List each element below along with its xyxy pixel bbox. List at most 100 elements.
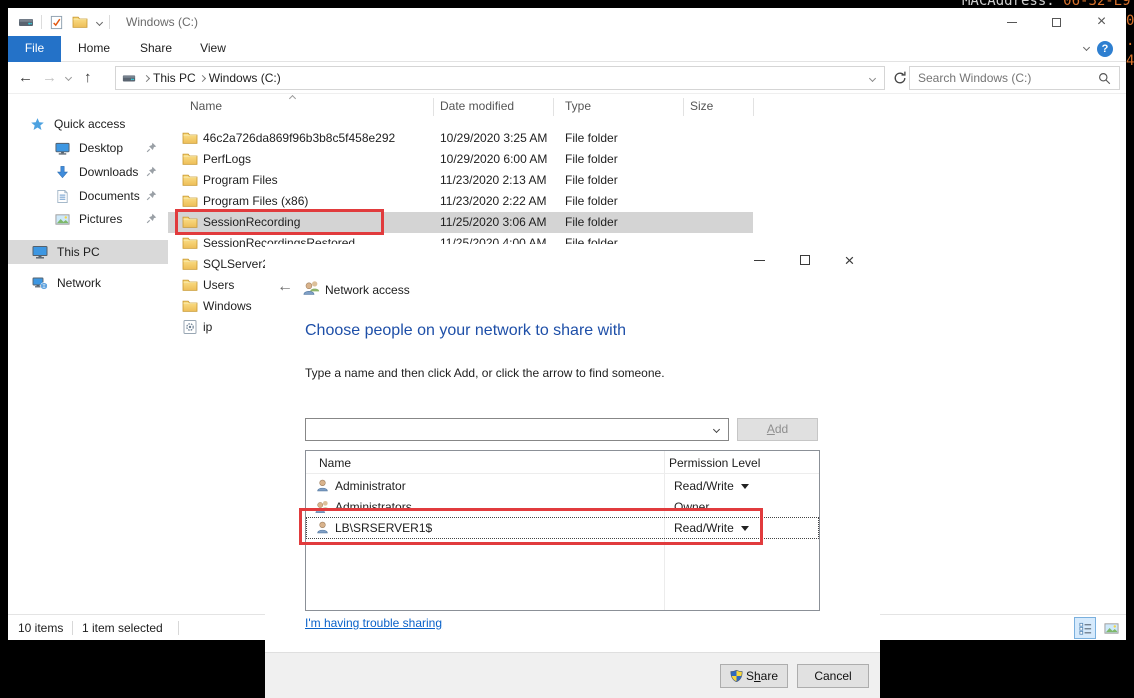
tab-home[interactable]: Home: [61, 36, 127, 62]
help-icon[interactable]: ?: [1097, 41, 1113, 57]
file-type: File folder: [565, 215, 618, 229]
share-button[interactable]: Share: [720, 664, 788, 688]
dialog-back-button[interactable]: ←: [277, 278, 293, 296]
file-date: 11/23/2020 2:22 AM: [440, 194, 547, 208]
file-row[interactable]: PerfLogs 10/29/2020 6:00 AM File folder: [168, 149, 753, 170]
column-header-permission-level[interactable]: Permission Level: [669, 456, 760, 470]
column-header-name[interactable]: Name: [319, 456, 351, 470]
console-fragment: 4: [1126, 53, 1134, 69]
file-type: File folder: [565, 131, 618, 145]
forward-button[interactable]: →: [42, 69, 57, 86]
selected-count: 1 item selected: [82, 621, 163, 635]
file-name: Program Files: [203, 173, 278, 187]
new-folder-icon[interactable]: [72, 14, 88, 30]
column-header-type[interactable]: Type: [565, 99, 591, 113]
recent-locations-chevron-icon[interactable]: [65, 74, 72, 81]
navigation-pane: Quick access Desktop Downloads Documents…: [8, 94, 168, 614]
sidebar-item-network[interactable]: Network: [8, 271, 168, 295]
column-divider[interactable]: [753, 98, 754, 116]
pin-icon[interactable]: [145, 141, 158, 154]
name-combobox[interactable]: [305, 418, 729, 441]
expand-ribbon-chevron-icon[interactable]: [1083, 44, 1090, 51]
column-header-name[interactable]: Name: [190, 99, 222, 113]
breadcrumb-windows-c[interactable]: Windows (C:): [209, 71, 281, 85]
address-bar[interactable]: This PC Windows (C:): [115, 66, 885, 90]
tab-view[interactable]: View: [185, 36, 241, 62]
sidebar-item-this-pc[interactable]: This PC: [8, 240, 168, 264]
details-view-button[interactable]: [1074, 617, 1096, 639]
file-date: 10/29/2020 6:00 AM: [440, 152, 547, 166]
up-button[interactable]: ↑: [84, 69, 92, 86]
dialog-instruction: Type a name and then click Add, or click…: [305, 366, 665, 380]
file-date: 10/29/2020 3:25 AM: [440, 131, 547, 145]
sidebar-item-label: Quick access: [54, 117, 125, 131]
maximize-button[interactable]: [1034, 8, 1079, 36]
thumbnails-view-button[interactable]: [1100, 617, 1122, 639]
person-icon: [315, 478, 330, 493]
column-divider[interactable]: [683, 98, 684, 116]
column-divider[interactable]: [553, 98, 554, 116]
maximize-icon: [800, 255, 810, 265]
customize-toolbar-chevron-icon[interactable]: [96, 18, 103, 25]
search-box: [909, 66, 1120, 90]
dialog-window-controls: ×: [737, 248, 872, 272]
pin-icon[interactable]: [145, 165, 158, 178]
file-gear-icon: [182, 319, 198, 335]
permission-value: Read/Write: [674, 479, 734, 493]
back-button[interactable]: ←: [18, 69, 33, 86]
trouble-sharing-link[interactable]: I'm having trouble sharing: [305, 616, 442, 630]
share-button-label: Share: [746, 669, 778, 683]
network-icon: [32, 275, 48, 291]
pin-icon[interactable]: [145, 189, 158, 202]
sidebar-item-label: This PC: [57, 245, 100, 259]
address-dropdown-chevron-icon[interactable]: [869, 74, 876, 81]
properties-icon[interactable]: [49, 15, 64, 30]
sidebar-item-downloads[interactable]: Downloads: [8, 160, 168, 184]
tab-share[interactable]: Share: [127, 36, 185, 62]
network-access-dialog: × ← Network access Choose people on your…: [265, 244, 880, 698]
picture-icon: [55, 212, 70, 227]
file-name: PerfLogs: [203, 152, 251, 166]
sidebar-item-label: Downloads: [79, 165, 138, 179]
sidebar-item-label: Documents: [79, 189, 140, 203]
add-button[interactable]: Add: [737, 418, 818, 441]
folder-icon: [182, 193, 198, 209]
dropdown-triangle-icon: [741, 484, 749, 489]
sidebar-item-desktop[interactable]: Desktop: [8, 136, 168, 160]
search-input[interactable]: [918, 71, 1098, 85]
dialog-close-button[interactable]: ×: [827, 248, 872, 272]
file-row[interactable]: 46c2a726da869f96b3b8c5f458e292 10/29/202…: [168, 128, 753, 149]
refresh-icon[interactable]: [892, 70, 908, 86]
breadcrumb-this-pc[interactable]: This PC: [153, 71, 196, 85]
file-row[interactable]: Program Files 11/23/2020 2:13 AM File fo…: [168, 170, 753, 191]
combobox-dropdown-chevron-icon[interactable]: [713, 426, 720, 433]
console-fragment: 0: [1126, 13, 1134, 29]
name-combobox-input[interactable]: [315, 423, 714, 437]
column-header-size[interactable]: Size: [690, 99, 713, 113]
dialog-maximize-button[interactable]: [782, 248, 827, 272]
annotation-highlight-srserver-row: [299, 508, 763, 545]
file-name: 46c2a726da869f96b3b8c5f458e292: [203, 131, 395, 145]
permission-row-administrator[interactable]: Administrator Read/Write: [307, 476, 818, 496]
permission-dropdown[interactable]: Read/Write: [674, 479, 749, 493]
divider: [178, 621, 179, 635]
file-type: File folder: [565, 173, 618, 187]
breadcrumb-chevron-icon[interactable]: [143, 74, 150, 81]
minimize-button[interactable]: [989, 8, 1034, 36]
add-button-key: A: [767, 422, 775, 436]
sidebar-item-documents[interactable]: Documents: [8, 184, 168, 208]
column-divider[interactable]: [433, 98, 434, 116]
close-button[interactable]: ×: [1079, 8, 1124, 36]
breadcrumb-chevron-icon[interactable]: [199, 74, 206, 81]
tab-file[interactable]: File: [8, 36, 61, 62]
sidebar-item-pictures[interactable]: Pictures: [8, 207, 168, 231]
pin-icon[interactable]: [145, 212, 158, 225]
column-header-date-modified[interactable]: Date modified: [440, 99, 514, 113]
dialog-minimize-button[interactable]: [737, 248, 782, 272]
cancel-button[interactable]: Cancel: [797, 664, 869, 688]
file-name: Users: [203, 278, 234, 292]
sidebar-item-label: Network: [57, 276, 101, 290]
download-icon: [55, 165, 70, 180]
sidebar-item-quick-access[interactable]: Quick access: [8, 112, 168, 136]
dialog-footer: Share Cancel: [265, 652, 880, 698]
